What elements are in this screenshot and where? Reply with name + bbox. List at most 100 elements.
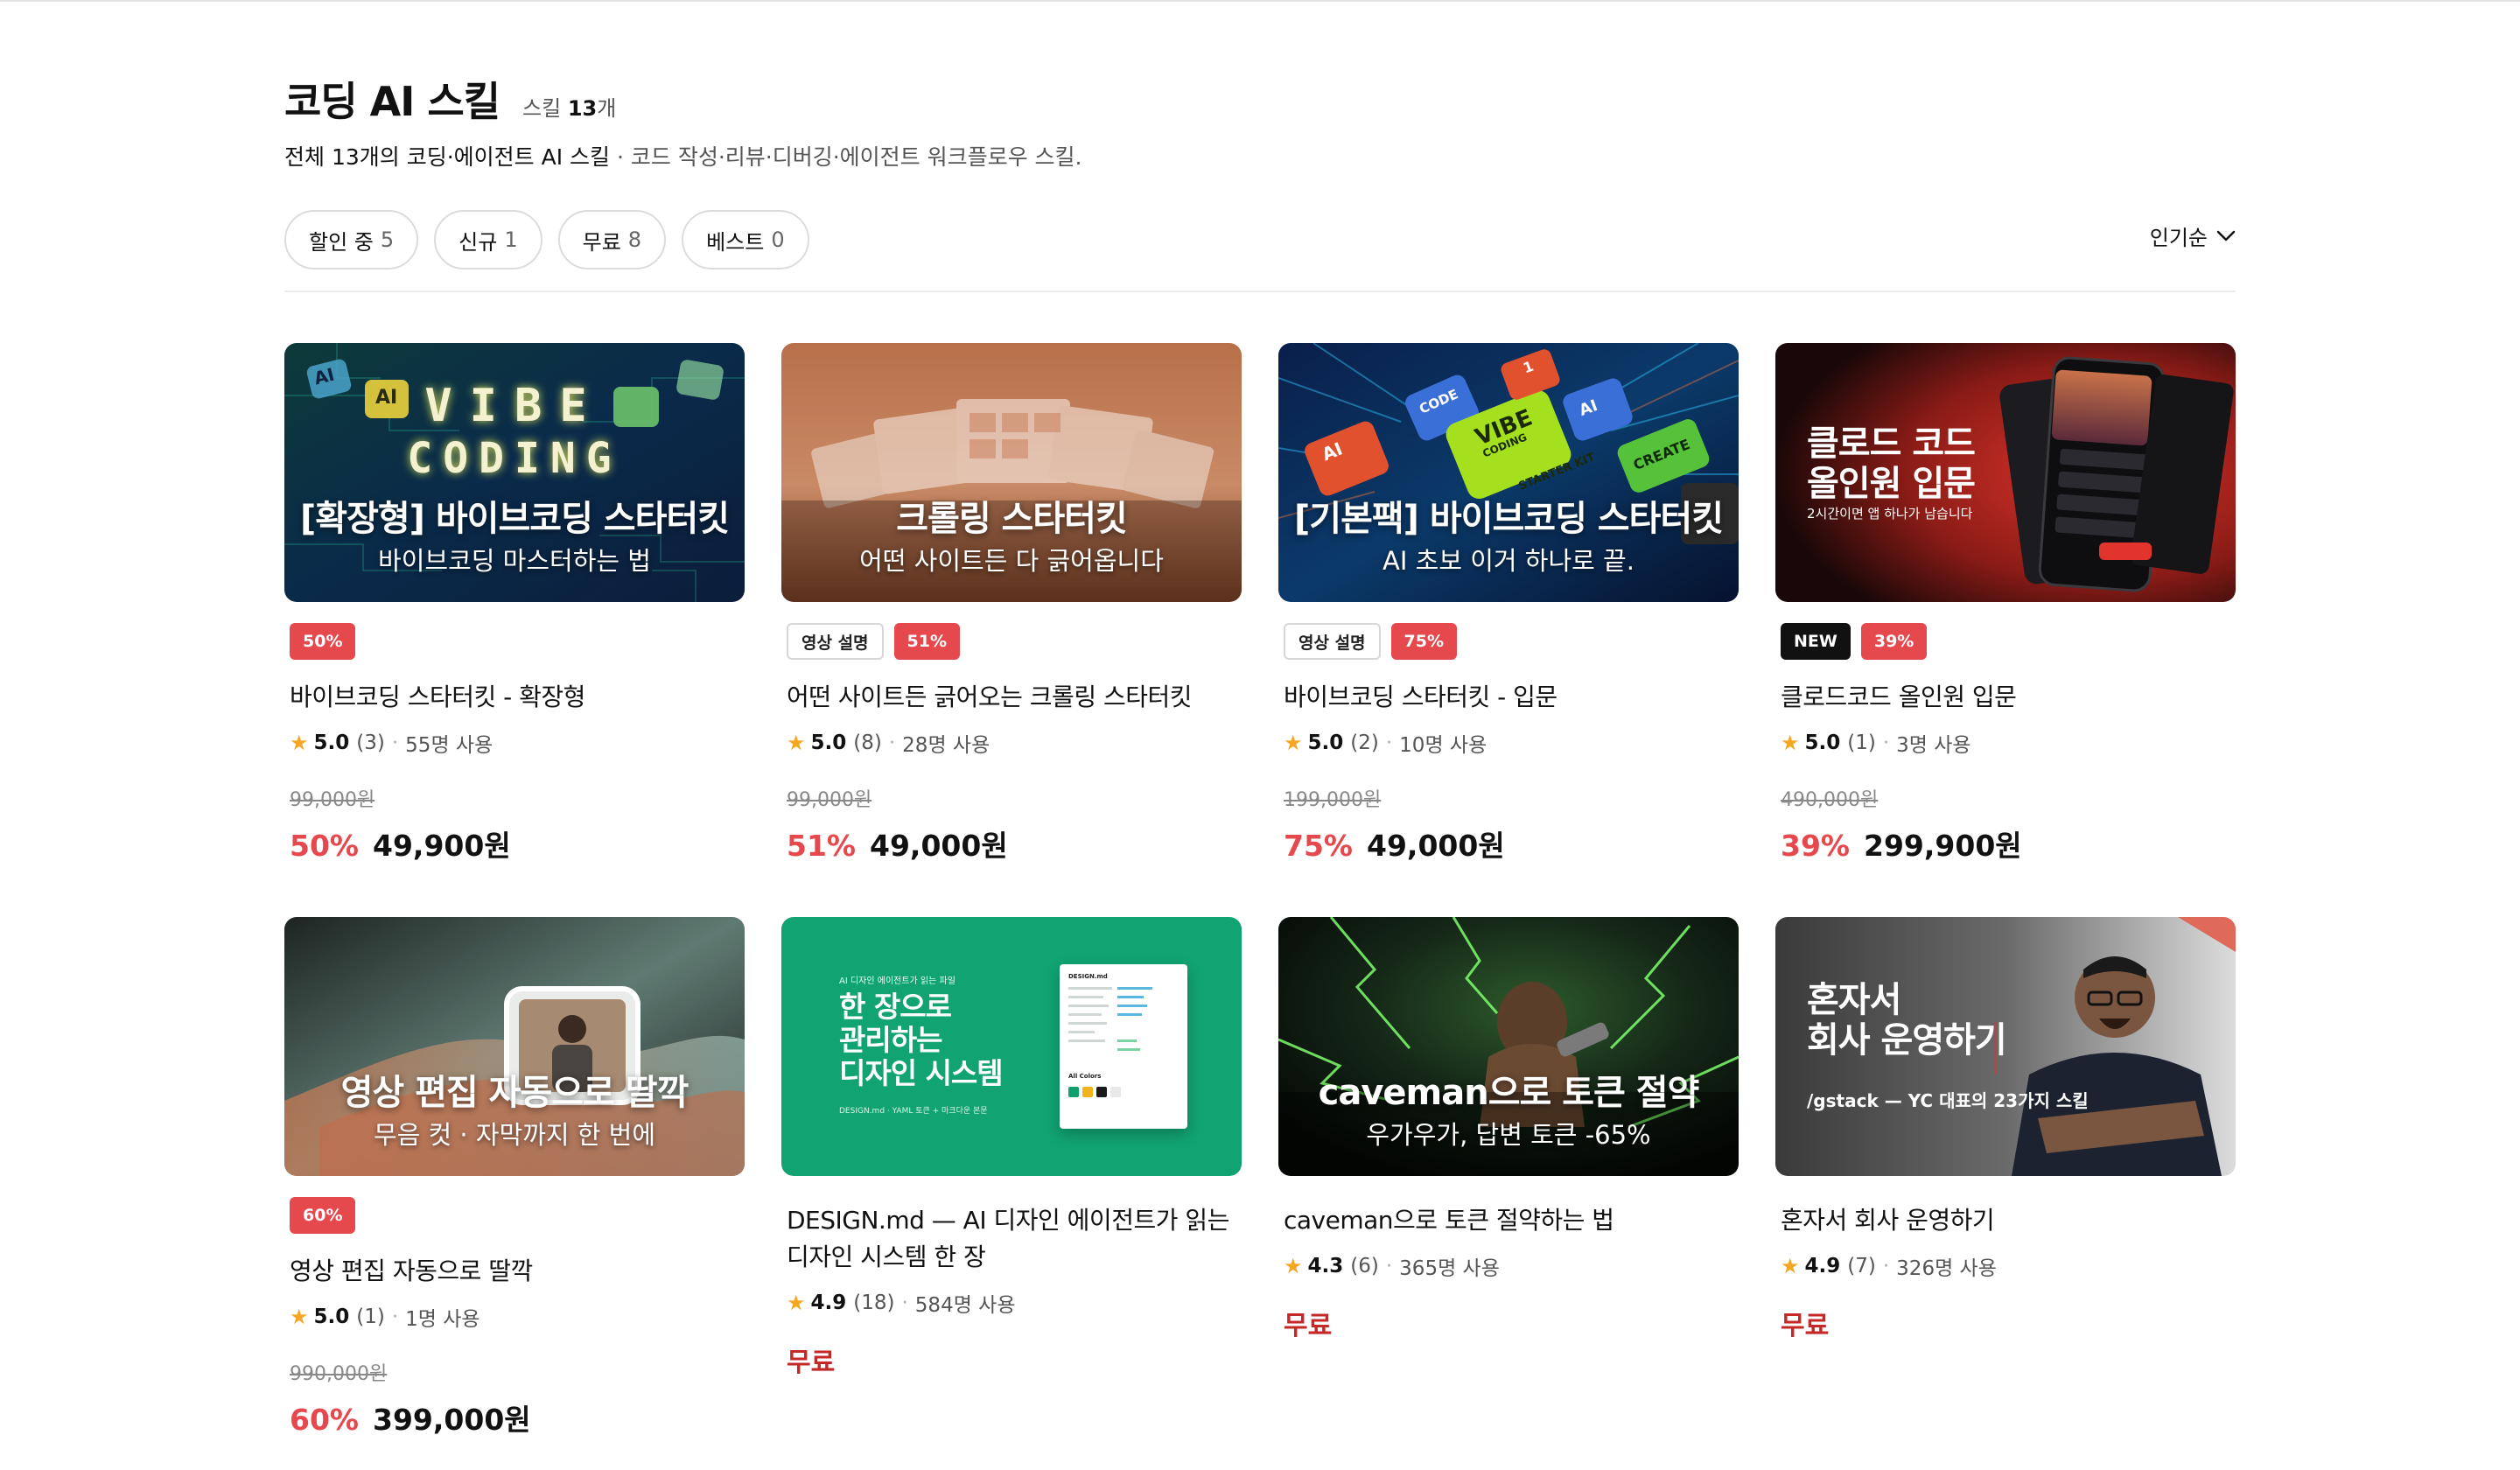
chip-count: 0 bbox=[771, 228, 785, 252]
sale-price: 399,000원 bbox=[373, 1403, 531, 1437]
rating-value: 5.0 bbox=[313, 1306, 350, 1328]
product-card[interactable]: AI AI VIBE CODING [확장형] 바이브코딩 스타터킷 바이브코딩… bbox=[284, 343, 745, 864]
separator: · bbox=[1882, 1255, 1890, 1278]
discount-badge: 39% bbox=[1860, 623, 1928, 660]
product-name[interactable]: 영상 편집 자동으로 딸깍 bbox=[290, 1253, 745, 1290]
original-price: 99,000원 bbox=[290, 789, 375, 811]
discount-badge: 51% bbox=[893, 623, 961, 660]
product-name[interactable]: 바이브코딩 스타터킷 - 확장형 bbox=[290, 679, 745, 716]
document-section: All Colors bbox=[1068, 1073, 1102, 1080]
product-name[interactable]: 바이브코딩 스타터킷 - 입문 bbox=[1284, 679, 1739, 716]
filter-chip-new[interactable]: 신규 1 bbox=[434, 210, 542, 270]
product-card[interactable]: 크롤링 스타터킷 어떤 사이트든 다 긁어옵니다 영상 설명 51% 어떤 사이… bbox=[781, 343, 1242, 864]
original-price: 199,000원 bbox=[1284, 789, 1382, 811]
chevron-down-icon bbox=[2216, 230, 2236, 241]
rating-row: ★ 5.0 (3) · 55명 사용 bbox=[290, 728, 745, 758]
new-badge: NEW bbox=[1781, 623, 1851, 660]
badge-row: 50% bbox=[290, 623, 745, 660]
review-count: (1) bbox=[1847, 732, 1876, 754]
discount-badge: 75% bbox=[1390, 623, 1458, 660]
product-card[interactable]: 클로드 코드 올인원 입문 2시간이면 앱 하나가 남습니다 NEW 39% 클로… bbox=[1775, 343, 2236, 864]
document-lines bbox=[1068, 987, 1152, 1051]
filter-chip-best[interactable]: 베스트 0 bbox=[682, 210, 809, 270]
product-thumbnail: caveman으로 토큰 절약 우가우가, 답변 토큰 -65% bbox=[1278, 917, 1739, 1176]
thumbnail-subtitle: /gstack — YC 대표의 23가지 스킬 bbox=[1807, 1090, 2089, 1111]
product-name[interactable]: DESIGN.md — AI 디자인 에이전트가 읽는 디자인 시스템 한 장 bbox=[787, 1202, 1242, 1276]
separator: · bbox=[1385, 1255, 1393, 1278]
price-row: 60% 399,000원 bbox=[290, 1396, 745, 1438]
discount-percent: 39% bbox=[1781, 829, 1850, 863]
thumbnail-title: 한 장으로 관리하는 디자인 시스템 bbox=[839, 990, 1004, 1090]
rating-row: ★ 5.0 (1) · 3명 사용 bbox=[1781, 728, 2236, 758]
thumbnail-title-line: 올인원 입문 bbox=[1807, 464, 1976, 504]
thumbnail-title-line: 디자인 시스템 bbox=[839, 1056, 1004, 1090]
skill-count: 스킬 13개 bbox=[522, 91, 616, 122]
filter-chip-free[interactable]: 무료 8 bbox=[557, 210, 667, 270]
product-thumbnail: 크롤링 스타터킷 어떤 사이트든 다 긁어옵니다 bbox=[781, 343, 1242, 602]
discount-percent: 75% bbox=[1284, 829, 1353, 863]
free-price: 무료 bbox=[1781, 1311, 1830, 1341]
product-name[interactable]: caveman으로 토큰 절약하는 법 bbox=[1284, 1202, 1739, 1239]
star-icon: ★ bbox=[1284, 1254, 1303, 1278]
product-name[interactable]: 클로드코드 올인원 입문 bbox=[1781, 679, 2236, 716]
product-card[interactable]: AI CODE VIBE CODING 1 AI CREATE STARTER … bbox=[1278, 343, 1739, 864]
page-title: 코딩 AI 스킬 bbox=[284, 78, 500, 125]
sort-dropdown[interactable]: 인기순 bbox=[2150, 220, 2236, 251]
thumbnail-title-line: 클로드 코드 bbox=[1807, 424, 1976, 464]
product-card[interactable]: AI 디자인 에이전트가 읽는 파일 한 장으로 관리하는 디자인 시스템 DESI… bbox=[781, 917, 1242, 1379]
product-card[interactable]: 영상 편집 자동으로 딸깍 무음 컷 · 자막까지 한 번에 60% 영상 편집… bbox=[284, 917, 745, 1438]
separator: · bbox=[391, 732, 399, 754]
separator: · bbox=[1385, 732, 1393, 754]
thumbnail-subtitle: 2시간이면 앱 하나가 남습니다 bbox=[1807, 506, 1973, 522]
user-count: 1명 사용 bbox=[405, 1308, 480, 1331]
rating-row: ★ 4.9 (18) · 584명 사용 bbox=[787, 1288, 1242, 1318]
top-border bbox=[0, 0, 2520, 2]
price-row: 51% 49,000원 bbox=[787, 822, 1242, 864]
star-icon: ★ bbox=[787, 731, 806, 755]
product-card[interactable]: 혼자서 회사 운영하기 /gstack — YC 대표의 23가지 스킬 혼자서 … bbox=[1775, 917, 2236, 1342]
product-name-line: DESIGN.md — AI 디자인 에이전트가 읽는 bbox=[787, 1206, 1229, 1235]
star-icon: ★ bbox=[290, 1305, 309, 1329]
user-count: 55명 사용 bbox=[405, 734, 494, 757]
product-name[interactable]: 혼자서 회사 운영하기 bbox=[1781, 1202, 2236, 1239]
badge-row: 60% bbox=[290, 1197, 745, 1234]
rating-value: 5.0 bbox=[810, 732, 847, 754]
sale-price: 299,900원 bbox=[1864, 829, 2022, 863]
chip-count: 8 bbox=[627, 228, 642, 252]
sale-price: 49,000원 bbox=[1367, 829, 1505, 863]
discount-badge: 60% bbox=[290, 1197, 356, 1234]
discount-percent: 50% bbox=[290, 829, 359, 863]
sale-price: 49,000원 bbox=[870, 829, 1008, 863]
badge-row: 영상 설명 75% bbox=[1284, 623, 1739, 660]
thumbnail-title-line: 관리하는 bbox=[839, 1023, 942, 1057]
thumbnail-title: 혼자서 회사 운영하기 bbox=[1807, 980, 2007, 1060]
thumbnail-title-line: 회사 운영하기 bbox=[1807, 1020, 2007, 1060]
product-card[interactable]: caveman으로 토큰 절약 우가우가, 답변 토큰 -65% caveman… bbox=[1278, 917, 1739, 1342]
chip-label: 신규 bbox=[458, 229, 498, 255]
thumbnail-kicker: AI 디자인 에이전트가 읽는 파일 bbox=[839, 976, 956, 986]
review-count: (7) bbox=[1847, 1255, 1876, 1278]
price-row: 75% 49,000원 bbox=[1284, 822, 1739, 864]
star-icon: ★ bbox=[290, 731, 309, 755]
original-price: 990,000원 bbox=[290, 1363, 388, 1385]
document-preview: DESIGN.md All Colors bbox=[1060, 964, 1187, 1129]
divider bbox=[284, 290, 2236, 292]
badge-row: NEW 39% bbox=[1781, 623, 2236, 660]
separator: · bbox=[888, 732, 896, 754]
description-main: 전체 13개의 코딩·에이전트 AI 스킬 bbox=[284, 144, 611, 170]
original-price: 490,000원 bbox=[1781, 789, 1879, 811]
sort-label: 인기순 bbox=[2149, 226, 2208, 250]
free-price: 무료 bbox=[1284, 1311, 1333, 1341]
product-thumbnail: AI CODE VIBE CODING 1 AI CREATE STARTER … bbox=[1278, 343, 1739, 602]
product-thumbnail: AI 디자인 에이전트가 읽는 파일 한 장으로 관리하는 디자인 시스템 DESI… bbox=[781, 917, 1242, 1176]
thumbnail-subtitle: 바이브코딩 마스터하는 법 bbox=[378, 546, 651, 576]
product-thumbnail: 혼자서 회사 운영하기 /gstack — YC 대표의 23가지 스킬 bbox=[1775, 917, 2236, 1176]
thumbnail-subtitle: 우가우가, 답변 토큰 -65% bbox=[1366, 1120, 1651, 1150]
product-name[interactable]: 어떤 사이트든 긁어오는 크롤링 스타터킷 bbox=[787, 679, 1242, 716]
star-icon: ★ bbox=[1781, 1254, 1800, 1278]
rating-row: ★ 4.3 (6) · 365명 사용 bbox=[1284, 1251, 1739, 1281]
document-title: DESIGN.md bbox=[1068, 973, 1108, 980]
product-thumbnail: 클로드 코드 올인원 입문 2시간이면 앱 하나가 남습니다 bbox=[1775, 343, 2236, 602]
user-count: 3명 사용 bbox=[1896, 734, 1971, 757]
filter-chip-sale[interactable]: 할인 중5 bbox=[284, 210, 419, 270]
